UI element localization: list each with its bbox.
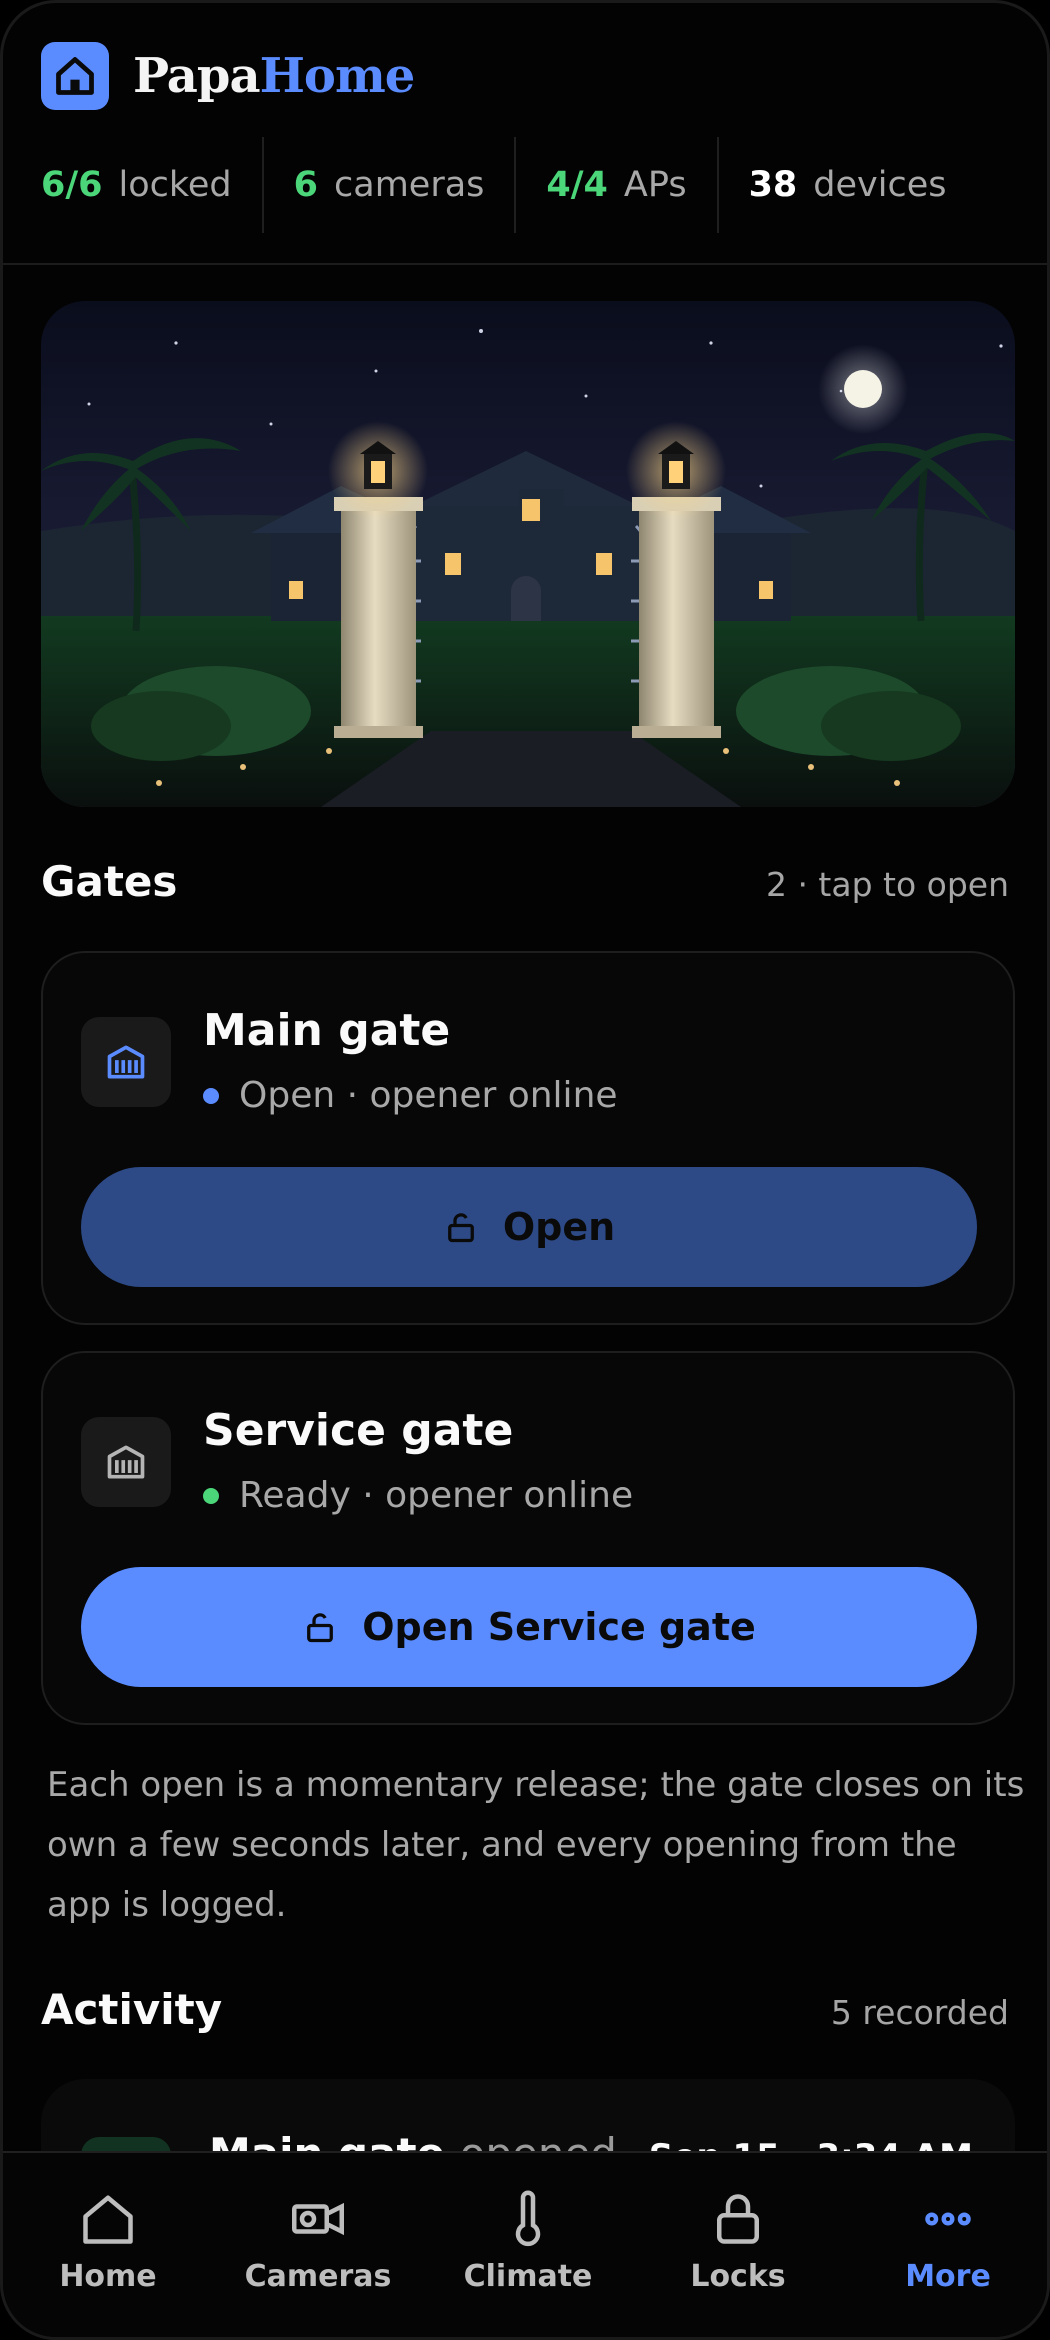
stat-label: devices	[813, 165, 947, 205]
unlock-icon	[307, 1613, 334, 1643]
stat-label: cameras	[334, 165, 485, 205]
app-title: PapaHome	[133, 48, 416, 104]
tab-label: Climate	[463, 2259, 593, 2294]
gate-status: Ready · opener online	[203, 1475, 633, 1516]
home-logo-icon	[41, 42, 109, 110]
bottom-tab-bar: Home Cameras Climate Locks More	[3, 2151, 1047, 2337]
status-summary: 6/6 locked 6 cameras 4/4 APs 38 devices	[41, 137, 1015, 233]
tab-label: Home	[59, 2259, 157, 2294]
thermometer-icon	[515, 2190, 541, 2247]
tab-home[interactable]: Home	[3, 2153, 213, 2337]
button-label: Open	[502, 1205, 616, 1249]
gate-status-text: Ready · opener online	[239, 1475, 634, 1516]
stat-cameras[interactable]: 6 cameras	[294, 137, 485, 233]
divider	[716, 137, 719, 233]
home-icon	[83, 2195, 133, 2244]
stat-aps[interactable]: 4/4 APs	[546, 137, 686, 233]
more-icon	[925, 2212, 971, 2226]
stat-value: 4/4	[546, 165, 608, 205]
gate-name: Main gate	[203, 1005, 451, 1056]
app-screen: PapaHome 6/6 locked 6 cameras 4/4 APs 38 dev…	[0, 0, 1050, 2340]
gates-section-title: Gates	[41, 857, 178, 906]
gate-icon	[81, 1017, 171, 1107]
status-dot	[203, 1087, 219, 1104]
divider	[261, 137, 264, 233]
stat-value: 38	[748, 165, 798, 205]
tab-label: Cameras	[244, 2259, 392, 2294]
tab-label: Locks	[690, 2259, 786, 2294]
app-title-part1: Papa	[133, 48, 261, 104]
activity-section-title: Activity	[41, 1985, 223, 2034]
gates-count: 2 · tap to open	[765, 865, 1009, 904]
button-label: Open Service gate	[362, 1605, 756, 1649]
gate-status-text: Open · opener online	[239, 1075, 618, 1116]
tab-label: More	[905, 2259, 991, 2294]
app-title-part2: Home	[259, 48, 416, 104]
header-divider	[3, 263, 1047, 265]
camera-icon	[292, 2202, 344, 2236]
estate-gate-illustration	[41, 301, 1015, 807]
stat-label: APs	[623, 165, 687, 205]
tab-more[interactable]: More	[843, 2153, 1047, 2337]
gate-icon	[81, 1417, 171, 1507]
stat-devices[interactable]: 38 devices	[749, 137, 947, 233]
tab-climate[interactable]: Climate	[423, 2153, 633, 2337]
status-dot	[203, 1487, 219, 1504]
unlock-icon	[447, 1213, 474, 1243]
tab-locks[interactable]: Locks	[633, 2153, 843, 2337]
open-main-gate-button[interactable]: Open	[81, 1167, 977, 1287]
gate-card-main: Main gate Open · opener online Open	[41, 951, 1015, 1325]
gate-status: Open · opener online	[203, 1075, 618, 1116]
gates-note: Each open is a momentary release; the ga…	[47, 1765, 1025, 1925]
open-service-gate-button[interactable]: Open Service gate	[81, 1567, 977, 1687]
activity-count: 5 recorded	[830, 1993, 1009, 2032]
divider	[514, 137, 517, 233]
lock-icon	[717, 2194, 759, 2244]
gate-card-service: Service gate Ready · opener online Open …	[41, 1351, 1015, 1725]
gate-name: Service gate	[203, 1405, 514, 1456]
stat-value: 6	[293, 165, 319, 205]
app-header: PapaHome	[41, 41, 416, 111]
stat-locked[interactable]: 6/6 locked	[41, 137, 232, 233]
stat-value: 6/6	[41, 165, 103, 205]
tab-cameras[interactable]: Cameras	[213, 2153, 423, 2337]
stat-label: locked	[118, 165, 232, 205]
